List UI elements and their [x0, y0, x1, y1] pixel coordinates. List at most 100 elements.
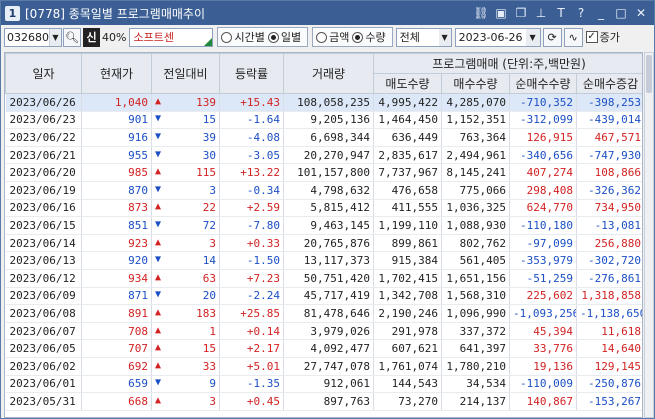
header-rate[interactable]: 등락률 — [219, 53, 284, 94]
change-value: 183 — [196, 306, 216, 320]
chart-icon[interactable]: ∿ — [563, 27, 583, 47]
cell-price: 708 — [81, 322, 152, 341]
header-price[interactable]: 현재가 — [81, 53, 152, 94]
cell-net-change: -276,861 — [576, 269, 642, 288]
cell-volume: 9,205,136 — [283, 111, 374, 130]
header-change[interactable]: 전일대비 — [151, 53, 220, 94]
cell-buy: 34,534 — [441, 375, 510, 394]
radio-daily-dot — [267, 31, 279, 43]
cell-sell: 1,702,415 — [373, 269, 442, 288]
table-row[interactable]: 2023/06/14 923 ▲ 3 +0.33 20,765,876 899,861 802… — [5, 234, 642, 253]
header-sell[interactable]: 매도수량 — [373, 73, 442, 94]
cell-rate: -1.35 — [219, 375, 284, 394]
cell-net: -353,979 — [509, 251, 577, 270]
table-row[interactable]: 2023/06/22 916 ▼ 39 -4.08 6,698,344 636,449 763… — [5, 128, 642, 147]
cumulative-checkbox[interactable]: ✓ 증가 — [585, 29, 620, 45]
table-row[interactable]: 2023/06/13 920 ▼ 14 -1.50 13,117,373 915,384 56… — [5, 251, 642, 270]
table-row[interactable]: 2023/06/09 871 ▼ 20 -2.24 45,717,419 1,342,708… — [5, 287, 642, 306]
cell-change: ▼ 14 — [151, 251, 220, 270]
table-row[interactable]: 2023/06/01 659 ▼ 9 -1.35 912,061 144,543 34,534… — [5, 375, 642, 394]
table-row[interactable]: 2023/06/15 851 ▼ 72 -7.80 9,463,145 1,199,110 1… — [5, 216, 642, 235]
cell-rate: +0.33 — [219, 234, 284, 253]
stock-name-value: 소프트센 — [133, 31, 174, 44]
radio-amount[interactable]: 금액 — [316, 29, 349, 45]
table-row[interactable]: 2023/06/08 891 ▲ 183 +25.85 81,478,646 2,190,2… — [5, 304, 642, 323]
table-row[interactable]: 2023/06/26 1,040 ▲ 139 +15.43 108,058,235 4,99… — [5, 93, 642, 112]
cell-buy: 214,137 — [441, 392, 510, 411]
cell-rate: +13.22 — [219, 163, 284, 182]
table-row[interactable]: 2023/06/20 985 ▲ 115 +13.22 101,157,800 7,737,… — [5, 163, 642, 182]
up-triangle-icon: ▲ — [155, 342, 162, 354]
up-triangle-icon: ▲ — [155, 271, 162, 283]
link-icon[interactable]: ⛓ — [472, 4, 490, 22]
calendar-dropdown-icon[interactable]: ▼ — [525, 28, 540, 46]
cell-volume: 9,463,145 — [283, 216, 374, 235]
chevron-down-icon[interactable]: ▼ — [438, 28, 451, 46]
title-bar[interactable]: 1 [0778] 종목일별 프로그램매매추이 ⛓ ▣ ❐ ⊥ T ? _ □ ✕ — [1, 1, 654, 25]
radio-hourly[interactable]: 시간별 — [221, 29, 265, 45]
close-icon[interactable]: ✕ — [632, 4, 650, 22]
up-triangle-icon: ▲ — [155, 95, 162, 107]
cell-date: 2023/06/21 — [5, 146, 82, 165]
down-triangle-icon: ▼ — [155, 254, 162, 266]
change-value: 14 — [202, 254, 216, 268]
table-row[interactable]: 2023/06/05 707 ▲ 15 +2.17 4,092,477 607,621 641… — [5, 339, 642, 358]
cell-date: 2023/06/02 — [5, 357, 82, 376]
chevron-down-icon[interactable]: ▼ — [49, 28, 61, 46]
font-icon[interactable]: T — [552, 4, 570, 22]
cell-volume: 108,058,235 — [283, 93, 374, 112]
table-row[interactable]: 2023/06/12 934 ▲ 63 +7.23 50,751,420 1,702,415… — [5, 269, 642, 288]
pin-icon[interactable]: ⊥ — [532, 4, 550, 22]
vertical-scrollbar[interactable] — [644, 52, 654, 418]
table-row[interactable]: 2023/06/19 870 ▼ 3 -0.34 4,798,632 476,658 775,… — [5, 181, 642, 200]
table-row[interactable]: 2023/06/16 873 ▲ 22 +2.59 5,815,412 411,555 1,0… — [5, 199, 642, 218]
cell-volume: 4,798,632 — [283, 181, 374, 200]
minimize-icon[interactable]: _ — [592, 4, 610, 22]
table-row[interactable]: 2023/06/21 955 ▼ 30 -3.05 20,270,947 2,835,617… — [5, 146, 642, 165]
header-volume[interactable]: 거래량 — [283, 53, 374, 94]
table-row[interactable]: 2023/06/02 692 ▲ 33 +5.01 27,747,078 1,761,074… — [5, 357, 642, 376]
table-body: 2023/06/26 1,040 ▲ 139 +15.43 108,058,235 4,99… — [5, 93, 642, 411]
stock-name-field[interactable]: 소프트센 — [129, 27, 214, 47]
table-row[interactable]: 2023/05/31 668 ▲ 3 +0.45 897,763 73,270 214,137… — [5, 392, 642, 411]
maximize-icon[interactable]: □ — [612, 4, 630, 22]
refresh-icon[interactable]: ⟳ — [542, 27, 562, 47]
cell-volume: 20,270,947 — [283, 146, 374, 165]
stock-code-input[interactable]: 032680 ▼ — [4, 27, 62, 47]
cell-net-change: -153,267 — [576, 392, 642, 411]
cell-sell: 73,270 — [373, 392, 442, 411]
cell-buy: 561,405 — [441, 251, 510, 270]
cell-sell: 7,737,967 — [373, 163, 442, 182]
down-triangle-icon: ▼ — [155, 113, 162, 125]
header-date[interactable]: 일자 — [5, 53, 82, 94]
window-number-badge: 1 — [5, 5, 20, 21]
scrollbar-thumb[interactable] — [646, 55, 652, 93]
cell-buy: 775,066 — [441, 181, 510, 200]
radio-quantity[interactable]: 수량 — [352, 29, 386, 45]
header-buy[interactable]: 매수수량 — [441, 73, 510, 94]
search-icon[interactable]: 🔍︎ — [63, 27, 81, 47]
cell-change: ▲ 115 — [151, 163, 220, 182]
help-icon[interactable]: ? — [572, 4, 590, 22]
window-title: [0778] 종목일별 프로그램매매추이 — [25, 6, 206, 21]
table-row[interactable]: 2023/06/07 708 ▲ 1 +0.14 3,979,026 291,978 337,… — [5, 322, 642, 341]
cell-rate: +5.01 — [219, 357, 284, 376]
table-row[interactable]: 2023/06/23 901 ▼ 15 -1.64 9,205,136 1,464,450 1… — [5, 111, 642, 130]
window-icon[interactable]: ▣ — [492, 4, 510, 22]
cell-net-change: 129,145 — [576, 357, 642, 376]
cell-net: -97,099 — [509, 234, 577, 253]
cell-date: 2023/06/13 — [5, 251, 82, 270]
market-select[interactable]: 전체 ▼ — [395, 27, 452, 47]
cell-change: ▲ 139 — [151, 93, 220, 112]
change-value: 30 — [202, 148, 216, 162]
date-input[interactable]: 2023-06-26 ▼ — [454, 27, 541, 47]
cumulative-label: 증가 — [599, 31, 620, 44]
radio-daily[interactable]: 일별 — [267, 29, 301, 45]
copy-icon[interactable]: ❐ — [512, 4, 530, 22]
cell-price: 916 — [81, 128, 152, 147]
header-net-change[interactable]: 순매수증감 — [575, 73, 642, 94]
credit-badge: 신 — [83, 27, 100, 47]
margin-rate: 40% — [102, 30, 127, 44]
cell-date: 2023/06/23 — [5, 111, 82, 130]
header-net[interactable]: 순매수수량 — [509, 73, 577, 94]
